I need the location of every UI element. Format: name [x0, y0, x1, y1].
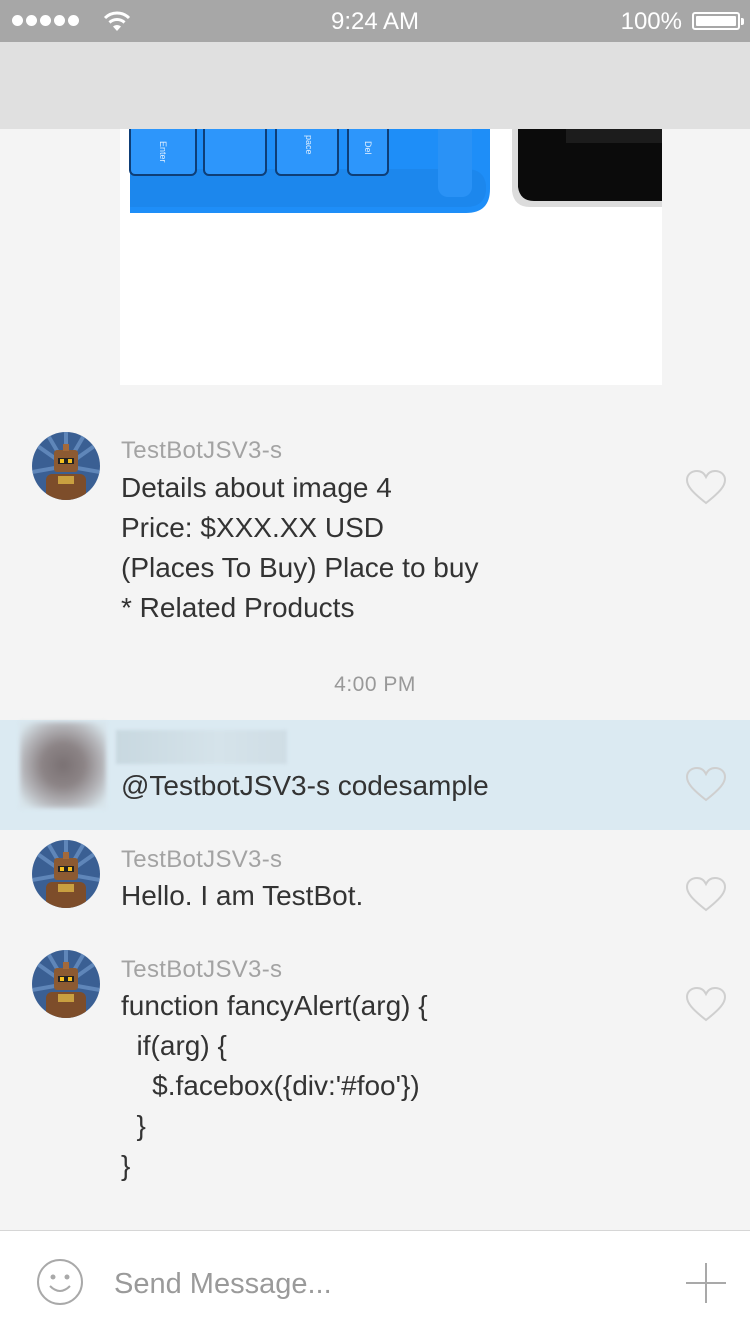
- message-text: @TestbotJSV3-s codesample: [121, 770, 489, 801]
- message-username: TestBotJSV3-s: [121, 956, 283, 983]
- image-attachment[interactable]: Enter pace Del: [120, 129, 662, 385]
- blurred-username: [116, 730, 287, 764]
- key-label-space: pace: [304, 135, 314, 155]
- message-username: TestBotJSV3-s: [121, 437, 283, 464]
- robot-avatar-icon[interactable]: [32, 950, 100, 1018]
- robot-avatar-icon[interactable]: [32, 432, 100, 500]
- key-label-del: Del: [363, 141, 373, 155]
- key-label-enter: Enter: [158, 141, 168, 163]
- message-text: Details about image 4 Price: $XXX.XX USD…: [121, 472, 479, 623]
- message-text: Hello. I am TestBot.: [121, 880, 364, 911]
- robot-avatar-icon[interactable]: [32, 840, 100, 908]
- message-username: TestBotJSV3-s: [121, 846, 283, 873]
- status-bar: 9:24 AM 100%: [0, 0, 750, 42]
- add-attachment-icon[interactable]: [686, 1263, 726, 1303]
- message-composer: [0, 1230, 750, 1334]
- emoji-icon[interactable]: [36, 1258, 84, 1306]
- heart-icon[interactable]: [686, 987, 726, 1023]
- battery-icon: [692, 12, 744, 30]
- heart-icon[interactable]: [686, 767, 726, 803]
- message-input[interactable]: [112, 1261, 656, 1307]
- blurred-avatar[interactable]: [20, 722, 106, 808]
- navigation-bar: [0, 42, 750, 129]
- heart-icon[interactable]: [686, 877, 726, 913]
- message-code-text: function fancyAlert(arg) { if(arg) { $.f…: [121, 990, 428, 1181]
- battery-percent: 100%: [620, 8, 682, 35]
- heart-icon[interactable]: [686, 470, 726, 506]
- keyboard-photo: Enter pace Del: [129, 129, 662, 213]
- time-separator: 4:00 PM: [334, 673, 416, 696]
